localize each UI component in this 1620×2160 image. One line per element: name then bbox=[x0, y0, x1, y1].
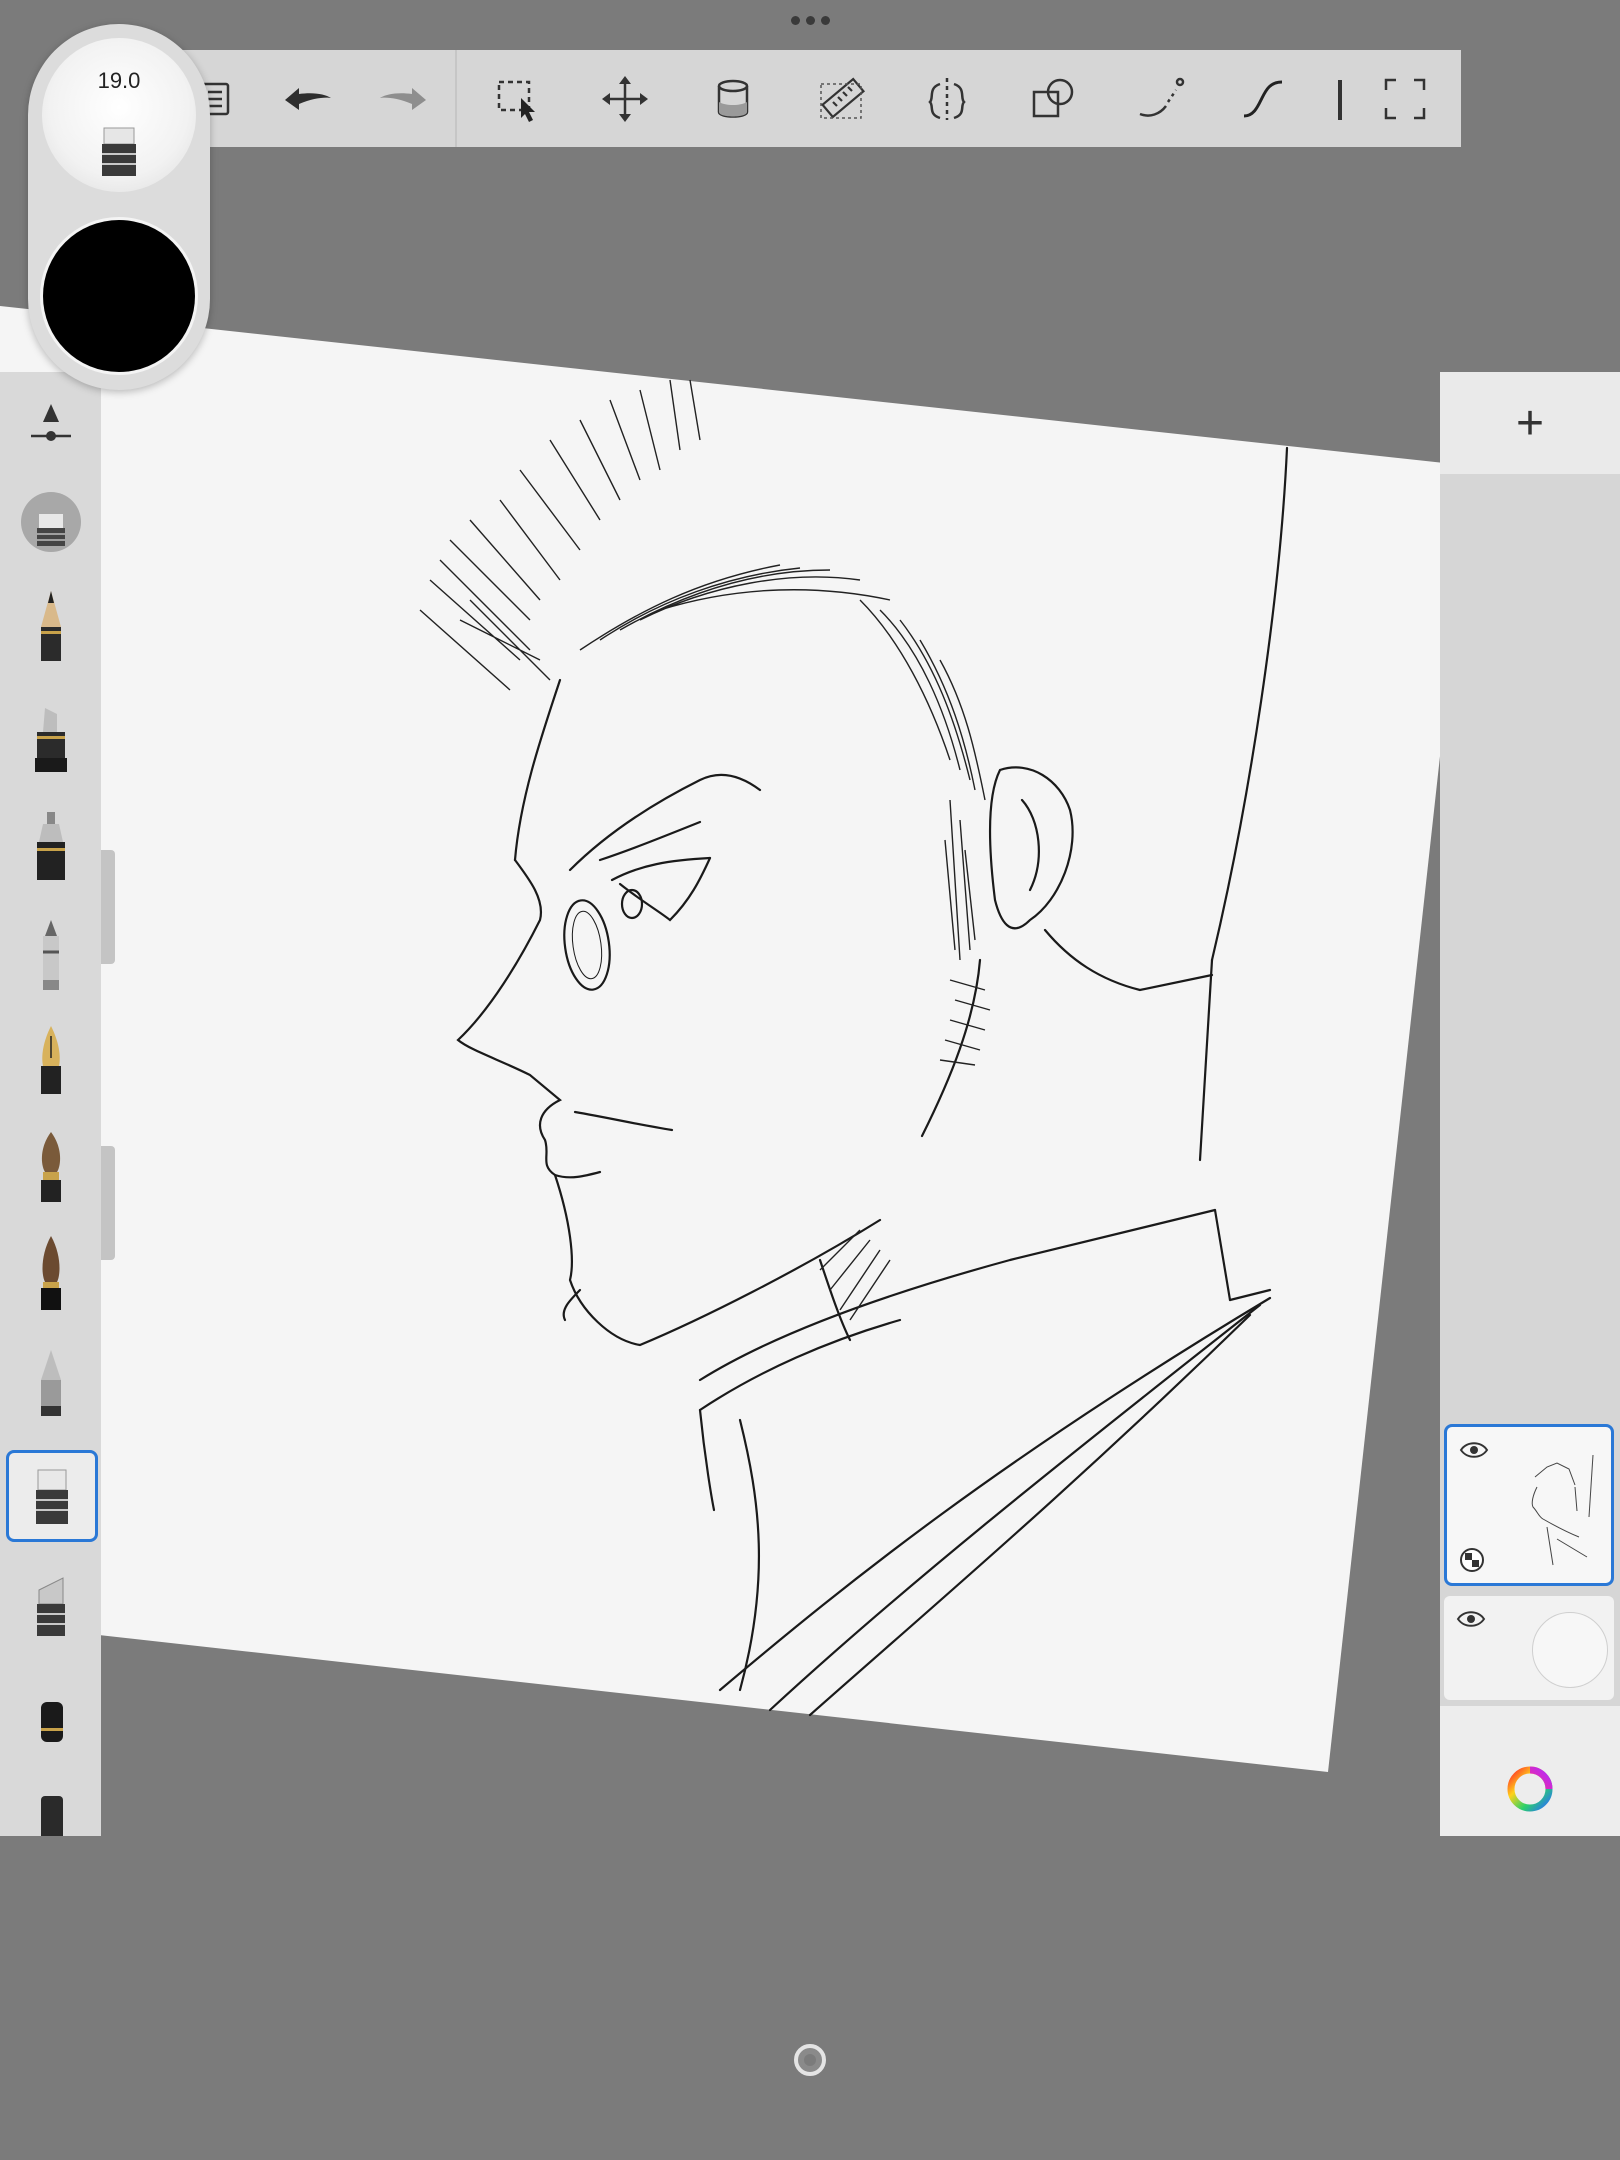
paint-brush-icon[interactable] bbox=[0, 1118, 101, 1218]
layer-panel: + bbox=[1440, 372, 1620, 1836]
brush-palette bbox=[0, 372, 101, 1836]
airbrush-selected-icon[interactable] bbox=[0, 472, 101, 572]
add-layer-button[interactable]: + bbox=[1440, 372, 1620, 474]
felt-pen-icon[interactable] bbox=[0, 798, 101, 898]
eye-icon[interactable] bbox=[1456, 1608, 1486, 1630]
brush-partial-icon[interactable] bbox=[0, 1766, 101, 1836]
main-toolbar bbox=[175, 50, 1461, 147]
ink-brush-icon[interactable] bbox=[0, 1224, 101, 1324]
symmetry-icon[interactable] bbox=[907, 50, 987, 147]
toolbar-separator bbox=[455, 50, 457, 147]
brush-properties-icon[interactable] bbox=[0, 372, 101, 472]
stroke-icon[interactable] bbox=[1223, 50, 1303, 147]
marker-icon[interactable] bbox=[0, 690, 101, 790]
layer-thumbnail-background[interactable] bbox=[1444, 1596, 1614, 1700]
rotate-reset-icon[interactable] bbox=[790, 2040, 830, 2080]
grabber-dot bbox=[820, 15, 830, 25]
palette-drag-handle[interactable] bbox=[101, 1146, 115, 1260]
undo-icon[interactable] bbox=[268, 50, 348, 147]
pencil-icon[interactable] bbox=[0, 577, 101, 677]
fullscreen-icon[interactable] bbox=[1365, 50, 1445, 147]
soft-eraser-icon[interactable] bbox=[0, 1332, 101, 1432]
fill-icon[interactable] bbox=[693, 50, 773, 147]
transform-icon[interactable] bbox=[585, 50, 665, 147]
grabber-dot bbox=[805, 15, 815, 25]
redo-icon[interactable] bbox=[363, 50, 443, 147]
layer-preview bbox=[1531, 1454, 1594, 1566]
layer-thumbnail-sketch[interactable] bbox=[1444, 1424, 1614, 1586]
color-swatch[interactable] bbox=[43, 220, 195, 372]
ballpoint-pen-icon[interactable] bbox=[0, 906, 101, 1006]
drawing-canvas[interactable] bbox=[0, 0, 1620, 2160]
background-color-preview bbox=[1532, 1612, 1608, 1688]
chisel-eraser-icon[interactable] bbox=[0, 1558, 101, 1658]
layer-panel-footer bbox=[1440, 1706, 1620, 1836]
paper-sheet[interactable] bbox=[0, 306, 1472, 1772]
eraser-brush-icon bbox=[102, 127, 136, 176]
predictive-stroke-icon[interactable] bbox=[1121, 50, 1201, 147]
brush-size-value: 19.0 bbox=[97, 68, 141, 93]
hard-eraser-icon[interactable] bbox=[6, 1450, 98, 1542]
fountain-pen-icon[interactable] bbox=[0, 1012, 101, 1112]
brush-puck[interactable]: 19.0 bbox=[28, 24, 210, 390]
blend-mode-icon[interactable] bbox=[1459, 1547, 1485, 1573]
palette-drag-handle[interactable] bbox=[101, 850, 115, 964]
eye-icon[interactable] bbox=[1459, 1439, 1489, 1461]
brush-size-control[interactable]: 19.0 bbox=[42, 38, 196, 192]
shapes-icon[interactable] bbox=[1013, 50, 1093, 147]
toolbar-overflow-indicator bbox=[1338, 80, 1342, 120]
marker-small-icon[interactable] bbox=[0, 1666, 101, 1766]
color-wheel-icon[interactable] bbox=[1505, 1764, 1555, 1814]
ruler-icon[interactable] bbox=[802, 50, 882, 147]
selection-icon[interactable] bbox=[478, 50, 558, 147]
grabber-dot bbox=[790, 15, 800, 25]
top-grabber-handle[interactable] bbox=[787, 14, 833, 26]
